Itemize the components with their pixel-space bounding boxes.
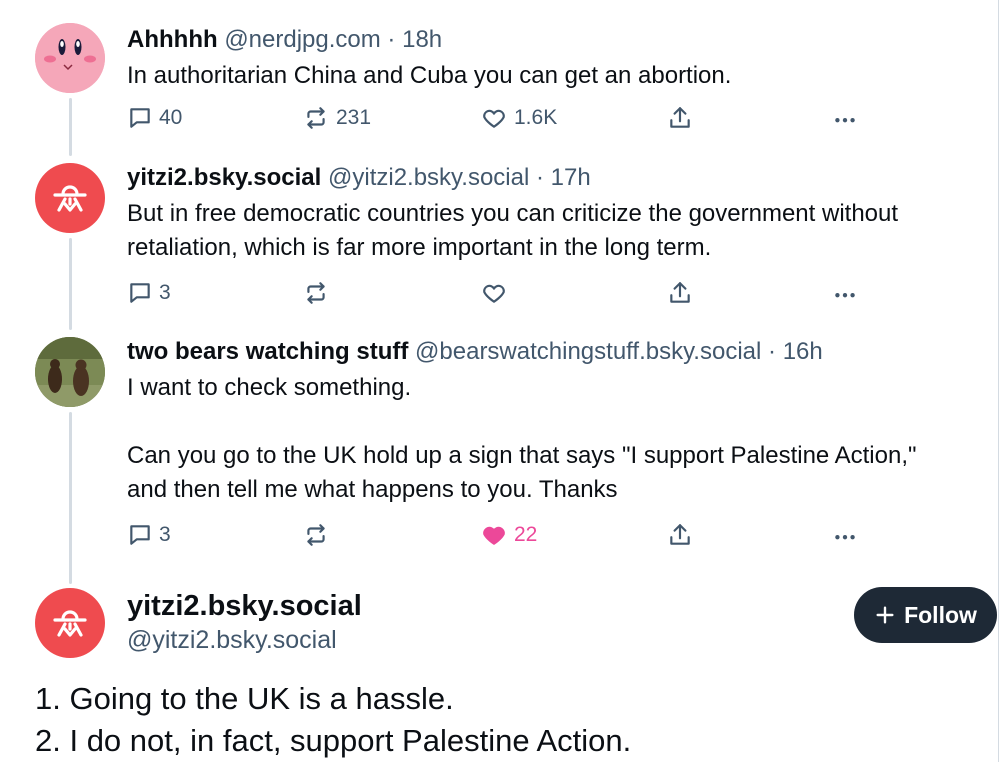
- follow-label: Follow: [904, 601, 977, 628]
- post-time[interactable]: 16h: [783, 338, 823, 365]
- main-author-name[interactable]: yitzi2.bsky.social: [127, 590, 362, 623]
- plus-icon: [876, 606, 894, 624]
- post-text: In authoritarian China and Cuba you can …: [127, 62, 732, 89]
- reply-count: 3: [159, 523, 171, 546]
- post-text: But in free democratic countries you can…: [127, 200, 905, 261]
- reply-icon: [130, 108, 150, 128]
- share-icon: [670, 524, 690, 545]
- reply-count: 40: [159, 106, 183, 129]
- like-button[interactable]: 1.6K: [480, 105, 557, 131]
- more-button[interactable]: [831, 280, 859, 306]
- post-header: Ahhhhh @nerdjpg.com · 18h: [127, 25, 988, 55]
- like-icon: [483, 526, 505, 545]
- post-header: yitzi2.bsky.social @yitzi2.bsky.social ·…: [127, 163, 988, 193]
- main-post-text: 1. Going to the UK is a hassle. 2. I do …: [35, 678, 631, 762]
- post-text: I want to check something. Can you go to…: [127, 374, 917, 503]
- post-actions: 3: [127, 280, 867, 310]
- like-button[interactable]: [480, 280, 514, 306]
- share-button[interactable]: [667, 280, 693, 306]
- like-count: 22: [514, 523, 538, 546]
- more-icon: [835, 293, 855, 298]
- post[interactable]: yitzi2.bsky.social @yitzi2.bsky.social ·…: [127, 163, 988, 265]
- main-post-line: 2. I do not, in fact, support Palestine …: [35, 723, 632, 758]
- thread-view: Ahhhhh @nerdjpg.com · 18h In authoritari…: [0, 0, 999, 762]
- repost-count: 231: [336, 106, 372, 129]
- post[interactable]: two bears watching stuff @bearswatchings…: [127, 337, 988, 507]
- post-actions: 3 22: [127, 522, 867, 552]
- repost-button[interactable]: [302, 522, 336, 548]
- follow-button[interactable]: Follow: [854, 587, 997, 643]
- reply-button[interactable]: 3: [127, 522, 171, 548]
- ufo-icon: [53, 610, 87, 637]
- more-icon: [835, 535, 855, 540]
- repost-button[interactable]: [302, 280, 336, 306]
- repost-icon: [307, 107, 325, 129]
- repost-button[interactable]: 231: [302, 105, 371, 131]
- share-icon: [670, 107, 690, 128]
- thread-line: [69, 238, 72, 330]
- avatar[interactable]: [35, 23, 105, 93]
- like-icon: [483, 109, 505, 128]
- share-icon: [670, 282, 690, 303]
- main-author-handle[interactable]: @yitzi2.bsky.social: [127, 626, 337, 655]
- share-button[interactable]: [667, 522, 693, 548]
- more-icon: [835, 118, 855, 123]
- reply-icon: [130, 525, 150, 545]
- post-actions: 40 231 1.6K: [127, 105, 867, 135]
- post-header: two bears watching stuff @bearswatchings…: [127, 337, 988, 367]
- reply-button[interactable]: 3: [127, 280, 171, 306]
- ufo-icon: [53, 185, 87, 212]
- post-time[interactable]: 17h: [551, 164, 591, 191]
- avatar[interactable]: [35, 588, 105, 658]
- like-count: 1.6K: [514, 106, 558, 129]
- author-handle[interactable]: @bearswatchingstuff.bsky.social: [415, 338, 761, 365]
- main-post-line: 1. Going to the UK is a hassle.: [35, 681, 454, 716]
- repost-icon: [307, 524, 325, 546]
- like-icon: [483, 284, 505, 303]
- separator: ·: [387, 26, 396, 53]
- separator: ·: [768, 338, 777, 365]
- separator: ·: [535, 164, 544, 191]
- thread-line: [69, 98, 72, 156]
- post-time[interactable]: 18h: [402, 26, 442, 53]
- reply-icon: [130, 283, 150, 303]
- author-handle[interactable]: @yitzi2.bsky.social: [328, 164, 529, 191]
- more-button[interactable]: [831, 522, 859, 548]
- author-name[interactable]: Ahhhhh: [127, 26, 218, 53]
- more-button[interactable]: [831, 105, 859, 131]
- like-button[interactable]: 22: [480, 522, 537, 548]
- post[interactable]: Ahhhhh @nerdjpg.com · 18h In authoritari…: [127, 25, 988, 93]
- author-name[interactable]: two bears watching stuff: [127, 338, 408, 365]
- author-handle[interactable]: @nerdjpg.com: [224, 26, 380, 53]
- avatar[interactable]: [35, 163, 105, 233]
- reply-count: 3: [159, 281, 171, 304]
- reply-button[interactable]: 40: [127, 105, 182, 131]
- repost-icon: [307, 282, 325, 304]
- share-button[interactable]: [667, 105, 693, 131]
- avatar[interactable]: [35, 337, 105, 407]
- author-name[interactable]: yitzi2.bsky.social: [127, 164, 321, 191]
- thread-line: [69, 412, 72, 584]
